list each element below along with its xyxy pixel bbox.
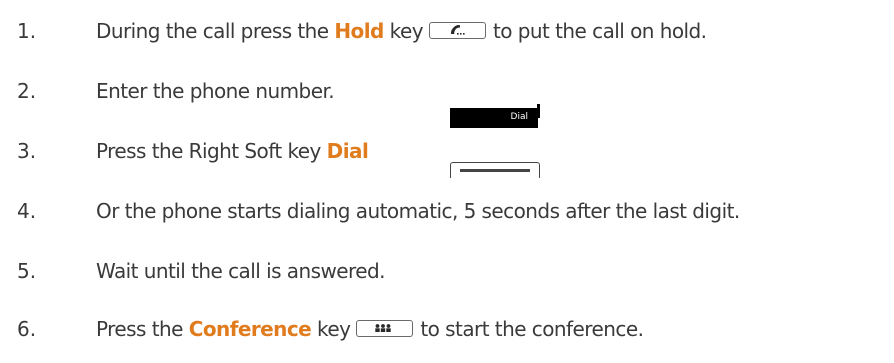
softkey-screen-label: Dial (510, 112, 528, 122)
step-text-key: key (383, 19, 424, 43)
step-text-before: Press the (96, 317, 189, 341)
step-text: Press the Right Soft key Dial (96, 136, 369, 166)
step-number: 2. (17, 79, 37, 103)
step-text-before: During the call press the (96, 19, 335, 43)
conference-people-icon (375, 324, 392, 332)
display-edge (537, 104, 540, 118)
step-text-key: key (311, 317, 351, 341)
step-text-before: Press the Right Soft key (96, 139, 327, 163)
conference-key-name: Conference (188, 317, 312, 341)
dial-key-name: Dial (326, 139, 369, 163)
hold-key-button (428, 22, 486, 39)
softkey-bar-icon (460, 169, 530, 172)
right-soft-key-button (450, 162, 540, 178)
step-number: 1. (17, 19, 37, 43)
step-text: Press the Conference key to start the con… (96, 314, 644, 344)
step-number: 6. (17, 317, 37, 341)
step-number: 3. (17, 139, 37, 163)
step-text-tail: to start the conference. (420, 317, 644, 341)
step-number: 4. (17, 199, 37, 223)
phone-handset-icon (450, 25, 465, 35)
phone-display-strip: Dial (450, 108, 538, 128)
step-text-tail: to put the call on hold. (492, 19, 707, 43)
conference-key-button (356, 320, 414, 337)
step-text: Enter the phone number. (96, 79, 335, 103)
step-number: 5. (17, 259, 37, 283)
step-text: Or the phone starts dialing automatic, 5… (96, 199, 740, 223)
hold-key-name: Hold (334, 19, 384, 43)
right-soft-key-illustration: Dial (450, 82, 540, 182)
step-text: During the call press the Hold key to put… (96, 16, 707, 46)
step-text: Wait until the call is answered. (96, 259, 386, 283)
